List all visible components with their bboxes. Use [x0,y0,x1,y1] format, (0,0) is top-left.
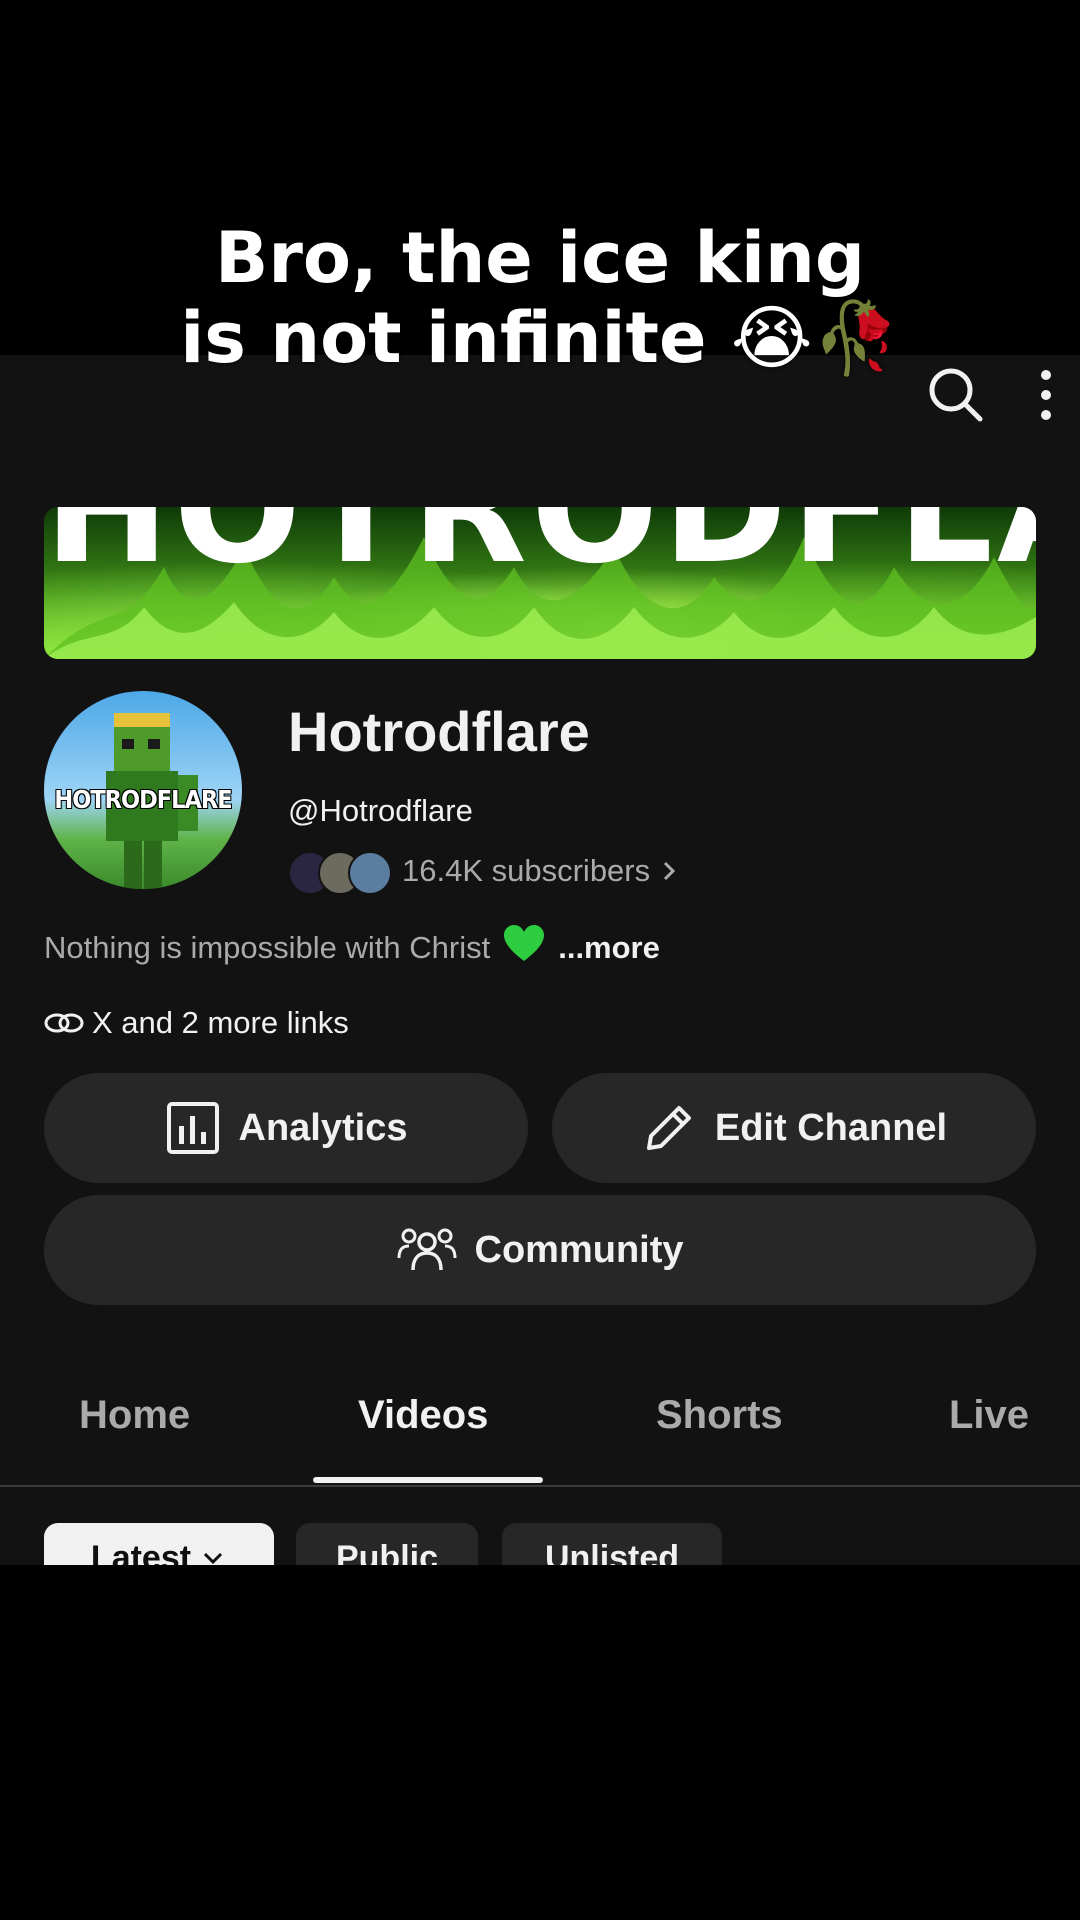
analytics-icon [166,1102,219,1154]
caption-line-2: is not infinite 😭🥀 [180,297,900,379]
green-heart-icon [504,925,545,971]
channel-tabs: Home Videos Shorts Live [0,1363,1080,1487]
banner-title: HOTRODFLARE [44,507,1036,597]
channel-avatar[interactable]: HOTRODFLARE [44,691,242,889]
community-label: Community [474,1228,684,1271]
analytics-button[interactable]: Analytics [44,1073,528,1183]
channel-page: HOTRODFLARE HOTRODFLARE Hotrodflare @Hot… [0,355,1080,1565]
channel-name: Hotrodflare [288,700,590,763]
overlay-caption: Bro, the ice king is not infinite 😭🥀 [0,218,1080,378]
community-button[interactable]: Community [44,1195,1036,1305]
channel-description[interactable]: Nothing is impossible with Christ ...mor… [44,925,660,971]
tab-shorts[interactable]: Shorts [656,1393,783,1438]
chevron-right-icon [664,861,676,881]
tab-live[interactable]: Live [949,1393,1029,1438]
analytics-label: Analytics [238,1106,408,1149]
avatar-label: HOTRODFLARE [54,785,232,814]
tab-home[interactable]: Home [79,1393,190,1438]
tab-videos[interactable]: Videos [358,1393,488,1438]
channel-handle: @Hotrodflare [288,793,473,828]
links-text: X and 2 more links [92,1005,349,1040]
bio-text: Nothing is impossible with Christ [44,930,491,965]
edit-channel-label: Edit Channel [714,1106,948,1149]
channel-banner: HOTRODFLARE [44,507,1036,659]
chevron-down-icon [204,1552,223,1565]
subscriber-avatar [348,851,392,895]
community-icon [397,1228,456,1271]
subscribers-row[interactable]: 16.4K subscribers [288,849,684,895]
subscriber-count: 16.4K subscribers [402,853,651,888]
bio-more-link[interactable]: ...more [558,930,660,966]
subscriber-avatars [288,849,398,895]
chip-unlisted[interactable]: Unlisted [502,1523,722,1565]
chip-public[interactable]: Public [296,1523,478,1565]
link-icon [44,1013,84,1033]
channel-links[interactable]: X and 2 more links [44,1005,349,1041]
chip-latest-label: Latest [90,1538,192,1566]
chip-latest[interactable]: Latest [44,1523,274,1565]
caption-line-1: Bro, the ice king [215,217,865,299]
edit-channel-button[interactable]: Edit Channel [552,1073,1036,1183]
pencil-icon [646,1106,691,1150]
active-tab-indicator [313,1477,543,1483]
